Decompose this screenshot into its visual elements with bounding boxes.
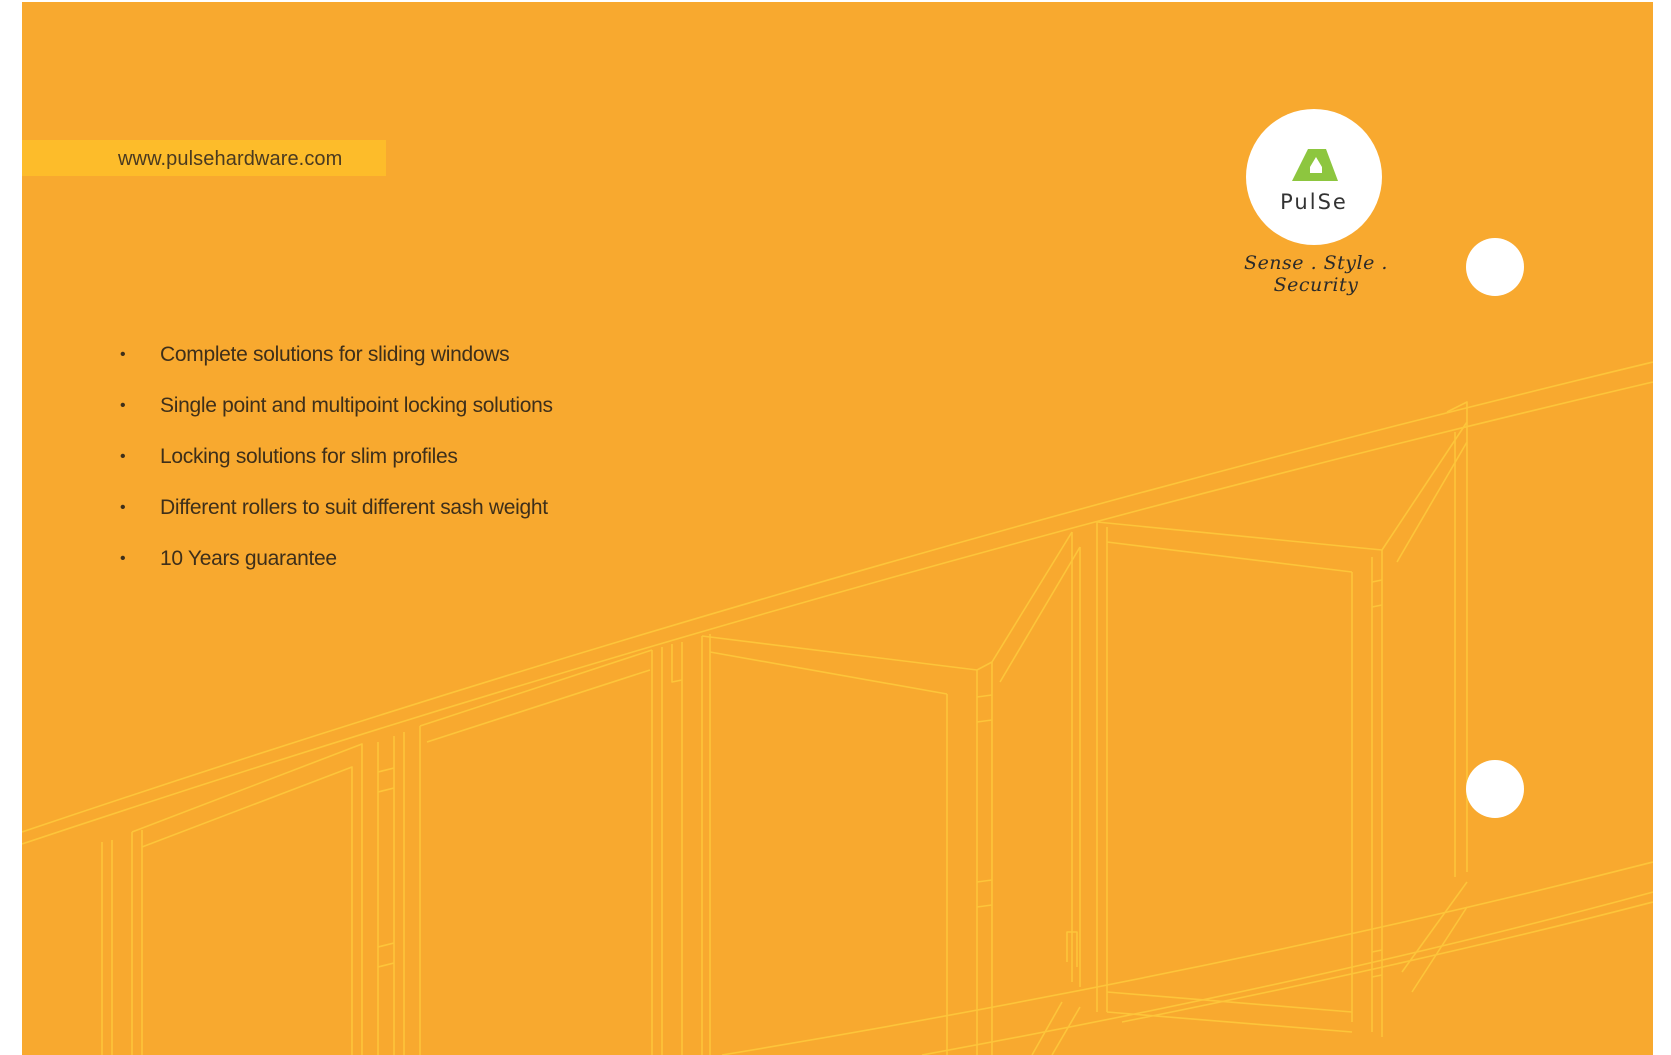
pulse-logo-mark-icon xyxy=(1292,149,1338,181)
website-band: www.pulsehardware.com xyxy=(22,140,386,176)
list-item: Single point and multipoint locking solu… xyxy=(120,394,553,445)
list-item: Different rollers to suit different sash… xyxy=(120,496,553,547)
brochure-page: www.pulsehardware.com PulSe Sense . Styl… xyxy=(22,2,1653,1055)
list-item: 10 Years guarantee xyxy=(120,547,553,598)
binder-hole xyxy=(1466,760,1524,818)
list-item: Complete solutions for sliding windows xyxy=(120,343,553,394)
logo-wordmark: PulSe xyxy=(1280,190,1348,214)
brand-tagline: Sense . Style . Security xyxy=(1244,252,1388,296)
website-url[interactable]: www.pulsehardware.com xyxy=(118,148,342,171)
pulse-logo: PulSe xyxy=(1246,109,1382,245)
binder-hole xyxy=(1466,238,1524,296)
list-item: Locking solutions for slim profiles xyxy=(120,445,553,496)
feature-list: Complete solutions for sliding windows S… xyxy=(120,343,553,598)
